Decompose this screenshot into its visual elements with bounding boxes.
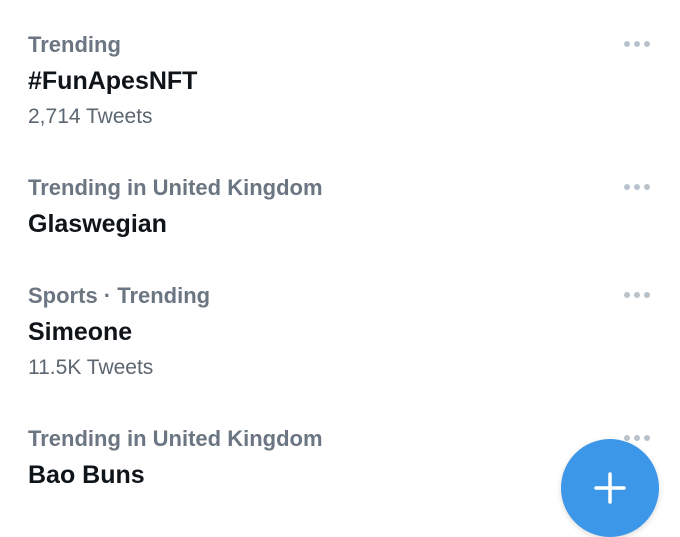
trend-item[interactable]: Trending in United Kingdom Glaswegian bbox=[0, 175, 680, 245]
more-horizontal-icon bbox=[634, 292, 640, 298]
more-horizontal-icon bbox=[644, 41, 650, 47]
more-horizontal-icon bbox=[624, 435, 630, 441]
trend-name: #FunApesNFT bbox=[28, 67, 198, 95]
more-horizontal-icon bbox=[644, 435, 650, 441]
more-horizontal-icon bbox=[634, 435, 640, 441]
trend-name: Simeone bbox=[28, 318, 133, 346]
more-horizontal-icon bbox=[624, 292, 630, 298]
trend-context: Sports · Trending bbox=[28, 283, 211, 308]
trend-tweet-count: 2,714 Tweets bbox=[28, 105, 153, 128]
more-horizontal-icon bbox=[634, 184, 640, 190]
more-horizontal-icon bbox=[624, 41, 630, 47]
trends-list: Trending #FunApesNFT 2,714 Tweets Trendi… bbox=[0, 0, 680, 518]
more-horizontal-icon bbox=[644, 184, 650, 190]
more-options-button[interactable] bbox=[618, 283, 656, 307]
trend-item[interactable]: Trending #FunApesNFT 2,714 Tweets bbox=[0, 32, 680, 142]
more-horizontal-icon bbox=[644, 292, 650, 298]
more-horizontal-icon bbox=[634, 41, 640, 47]
trend-context: Trending in United Kingdom bbox=[28, 175, 323, 200]
trend-name: Bao Buns bbox=[28, 461, 145, 489]
more-options-button[interactable] bbox=[618, 32, 656, 56]
trend-context: Trending bbox=[28, 32, 121, 57]
compose-tweet-button[interactable] bbox=[561, 439, 659, 537]
more-horizontal-icon bbox=[624, 184, 630, 190]
trend-item[interactable]: Sports · Trending Simeone 11.5K Tweets bbox=[0, 283, 680, 393]
trend-tweet-count: 11.5K Tweets bbox=[28, 356, 154, 379]
plus-icon bbox=[594, 472, 626, 504]
more-options-button[interactable] bbox=[618, 175, 656, 199]
trend-context: Trending in United Kingdom bbox=[28, 426, 323, 451]
trend-name: Glaswegian bbox=[28, 210, 167, 238]
